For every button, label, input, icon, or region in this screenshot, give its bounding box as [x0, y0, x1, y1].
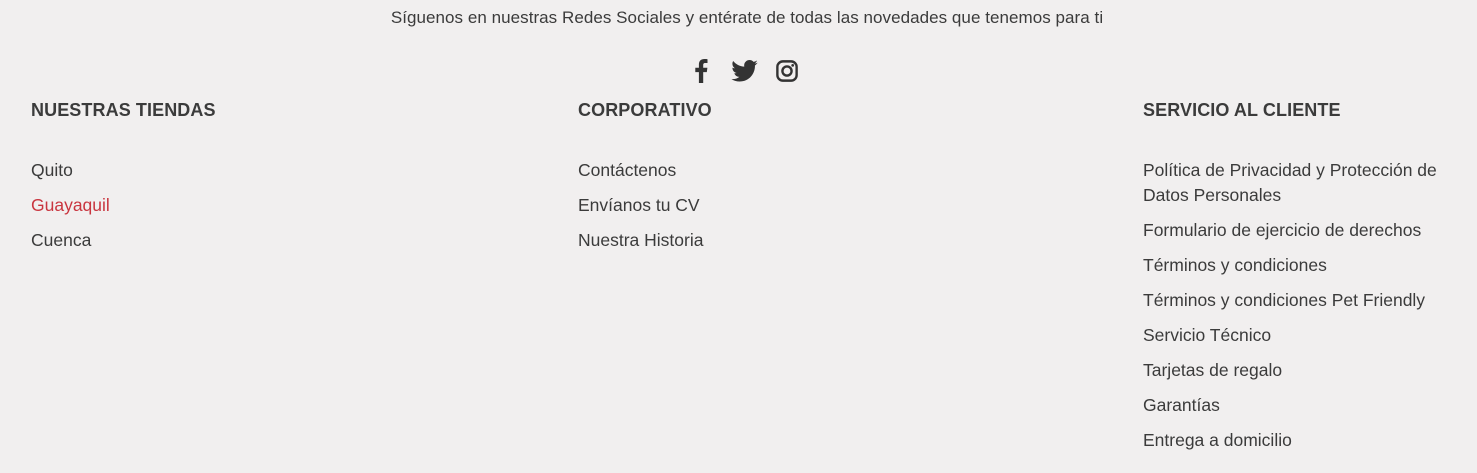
- history-link[interactable]: Nuestra Historia: [578, 228, 712, 253]
- facebook-link[interactable]: [688, 58, 714, 84]
- home-delivery-link[interactable]: Entrega a domicilio: [1143, 428, 1463, 453]
- social-tagline: Síguenos en nuestras Redes Sociales y en…: [390, 8, 1104, 27]
- corporate-heading: CORPORATIVO: [578, 100, 712, 120]
- corporate-links: Contáctenos Envíanos tu CV Nuestra Histo…: [578, 158, 712, 253]
- privacy-policy-link[interactable]: Política de Privacidad y Protección de D…: [1143, 158, 1463, 208]
- warranties-link[interactable]: Garantías: [1143, 393, 1463, 418]
- send-cv-link[interactable]: Envíanos tu CV: [578, 193, 712, 218]
- pet-friendly-terms-link[interactable]: Términos y condiciones Pet Friendly: [1143, 288, 1463, 313]
- technical-service-link[interactable]: Servicio Técnico: [1143, 323, 1463, 348]
- site-footer: Síguenos en nuestras Redes Sociales y en…: [0, 0, 1477, 473]
- instagram-icon: [776, 60, 798, 82]
- gift-cards-link[interactable]: Tarjetas de regalo: [1143, 358, 1463, 383]
- corporate-column: CORPORATIVO Contáctenos Envíanos tu CV N…: [578, 98, 712, 263]
- store-link-quito[interactable]: Quito: [31, 158, 216, 183]
- store-link-guayaquil[interactable]: Guayaquil: [31, 193, 216, 218]
- stores-links: Quito Guayaquil Cuenca: [31, 158, 216, 253]
- customer-service-links: Política de Privacidad y Protección de D…: [1143, 158, 1463, 453]
- stores-heading: NUESTRAS TIENDAS: [31, 100, 216, 120]
- contact-link[interactable]: Contáctenos: [578, 158, 712, 183]
- store-link-cuenca[interactable]: Cuenca: [31, 228, 216, 253]
- customer-service-column: SERVICIO AL CLIENTE Política de Privacid…: [1143, 98, 1463, 463]
- terms-link[interactable]: Términos y condiciones: [1143, 253, 1463, 278]
- stores-column: NUESTRAS TIENDAS Quito Guayaquil Cuenca: [31, 98, 216, 263]
- social-links: [688, 58, 800, 84]
- customer-service-heading: SERVICIO AL CLIENTE: [1143, 100, 1341, 120]
- facebook-icon: [695, 59, 708, 83]
- twitter-link[interactable]: [730, 58, 758, 84]
- instagram-link[interactable]: [774, 58, 800, 84]
- rights-form-link[interactable]: Formulario de ejercicio de derechos: [1143, 218, 1463, 243]
- twitter-icon: [730, 60, 758, 82]
